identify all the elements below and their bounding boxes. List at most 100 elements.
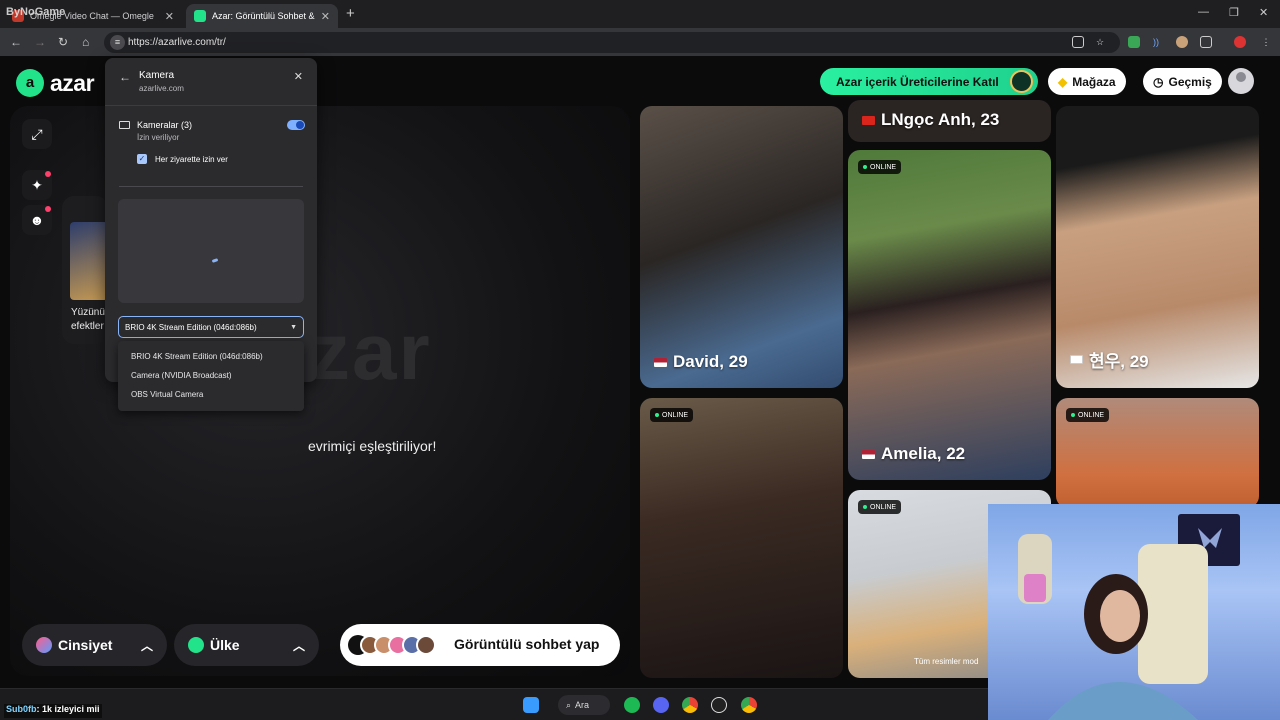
- site-settings-icon[interactable]: ≡: [110, 35, 125, 50]
- dropdown-arrow-icon: ▼: [290, 323, 297, 331]
- search-label: Ara: [575, 700, 590, 710]
- country-label: Ülke: [210, 637, 240, 653]
- chevron-up-icon: ︿: [140, 638, 153, 653]
- extension-cookie-icon[interactable]: [1176, 36, 1188, 48]
- camera-option[interactable]: OBS Virtual Camera: [131, 390, 203, 399]
- chrome-icon[interactable]: [682, 697, 698, 713]
- profile-card[interactable]: ONLINE: [1056, 398, 1259, 508]
- online-dot-icon: [863, 505, 867, 509]
- reload-icon[interactable]: ↻: [58, 35, 68, 49]
- camera-permission-toggle[interactable]: [287, 120, 305, 130]
- azar-logo[interactable]: a azar: [16, 69, 95, 97]
- profile-photo: [1056, 106, 1259, 388]
- online-text: ONLINE: [662, 411, 689, 419]
- online-dot-icon: [1071, 413, 1075, 417]
- sparkle-effects-icon[interactable]: ✦: [22, 170, 52, 200]
- promo-image: [70, 222, 108, 300]
- creator-join-button[interactable]: Azar içerik Üreticilerine Katıl: [820, 68, 1038, 95]
- minimize-icon[interactable]: —: [1198, 6, 1209, 18]
- cast-icon[interactable]: [1072, 36, 1084, 48]
- shop-label: Mağaza: [1072, 74, 1116, 89]
- extension-audio-icon[interactable]: )): [1150, 36, 1162, 48]
- extension-shield-icon[interactable]: [1128, 36, 1140, 48]
- notification-dot: [45, 171, 51, 177]
- maximize-icon[interactable]: ❐: [1229, 6, 1239, 19]
- cta-label: Görüntülü sohbet yap: [454, 636, 600, 652]
- window-close-icon[interactable]: ✕: [1259, 6, 1268, 19]
- online-dot-icon: [863, 165, 867, 169]
- expand-icon[interactable]: ⤢: [22, 119, 52, 149]
- history-button[interactable]: ◷ Geçmiş: [1143, 68, 1222, 95]
- chrome-profile-icon[interactable]: [741, 697, 757, 713]
- globe-icon: [188, 637, 204, 653]
- face-effects-promo[interactable]: Yüzünü efektler: [62, 196, 108, 344]
- profile-card[interactable]: David, 29: [640, 106, 843, 388]
- taskbar-search[interactable]: ⌕ Ara: [558, 695, 610, 715]
- matching-status-text: evrimiçi eşleştiriliyor!: [308, 438, 437, 454]
- profile-card[interactable]: ONLINE: [640, 398, 843, 678]
- back-icon[interactable]: ←: [10, 35, 22, 49]
- camera-preview: [118, 199, 304, 303]
- promo-label-line1: Yüzünü: [71, 307, 105, 318]
- gender-icon: [36, 637, 52, 653]
- country-filter-button[interactable]: Ülke ︿: [174, 624, 319, 666]
- online-text: ONLINE: [870, 503, 897, 511]
- gender-filter-button[interactable]: Cinsiyet ︿: [22, 624, 167, 666]
- back-arrow-icon[interactable]: ←: [119, 70, 131, 84]
- cameras-permission-title: Kameralar (3): [137, 120, 193, 130]
- gender-label: Cinsiyet: [58, 637, 113, 653]
- forward-icon[interactable]: →: [34, 35, 46, 49]
- profile-card[interactable]: 현우, 29: [1056, 106, 1259, 388]
- photo-disclaimer: Tüm resimler mod: [914, 657, 979, 666]
- allow-every-visit-label: Her ziyarette izin ver: [155, 155, 228, 164]
- camera-select[interactable]: BRIO 4K Stream Edition (046d:086b) ▼: [118, 316, 304, 338]
- popup-site: azarlive.com: [139, 84, 184, 93]
- loading-spinner-icon: [211, 258, 219, 263]
- video-stage: zar evrimiçi eşleştiriliyor!: [10, 106, 630, 676]
- camera-select-value: BRIO 4K Stream Edition (046d:086b): [125, 322, 257, 332]
- camera-options-list: BRIO 4K Stream Edition (046d:086b) Camer…: [118, 341, 304, 411]
- extensions-puzzle-icon[interactable]: [1200, 36, 1212, 48]
- camera-option[interactable]: Camera (NVIDIA Broadcast): [131, 371, 231, 380]
- profile-avatar-icon[interactable]: [1234, 36, 1246, 48]
- allow-every-visit-checkbox[interactable]: ✓: [137, 154, 147, 164]
- home-icon[interactable]: ⌂: [82, 35, 89, 49]
- us-flag-icon: [862, 449, 875, 459]
- address-bar[interactable]: ≡ https://azarlive.com/tr/: [104, 32, 1120, 53]
- chat-message: : 1k izleyici mii: [36, 704, 100, 714]
- browser-tabbar: Omegle Video Chat — Omegle ✕ ByNoGame Az…: [0, 0, 1280, 28]
- browser-toolbar: ← → ↻ ⌂ ≡ https://azarlive.com/tr/ ☆ )) …: [0, 28, 1280, 56]
- vn-flag-icon: [862, 115, 875, 125]
- tab-azar[interactable]: Azar: Görüntülü Sohbet & Yeni ✕: [186, 4, 338, 28]
- camera-option[interactable]: BRIO 4K Stream Edition (046d:086b): [131, 352, 263, 361]
- creator-join-label: Azar içerik Üreticilerine Katıl: [836, 74, 999, 89]
- start-video-chat-button[interactable]: Görüntülü sohbet yap: [340, 624, 620, 666]
- browser-menu-icon[interactable]: ⋮: [1260, 36, 1272, 48]
- shop-button[interactable]: ◆ Mağaza: [1048, 68, 1126, 95]
- camera-permission-popup: ← Kamera azarlive.com ✕ Kameralar (3) İz…: [105, 58, 317, 382]
- profile-card[interactable]: ONLINE Amelia, 22: [848, 150, 1051, 480]
- profile-name-text: Amelia, 22: [881, 444, 966, 463]
- azar-logo-icon: a: [16, 69, 44, 97]
- promo-label-line2: efektler: [71, 321, 104, 332]
- close-tab-icon[interactable]: ✕: [165, 10, 174, 23]
- clock-icon: ◷: [1153, 74, 1164, 89]
- bookmark-star-icon[interactable]: ☆: [1094, 36, 1106, 48]
- streamer-webcam: [988, 504, 1280, 720]
- avatar: [416, 635, 436, 655]
- windows-start-icon[interactable]: [523, 697, 539, 713]
- close-icon[interactable]: ✕: [294, 70, 303, 83]
- profile-card[interactable]: LNgọc Anh, 23: [848, 100, 1051, 142]
- profile-name-text: LNgọc Anh, 23: [881, 110, 1000, 129]
- search-icon: ⌕: [566, 699, 572, 710]
- obs-icon[interactable]: [711, 697, 727, 713]
- profile-name: David, 29: [654, 352, 748, 372]
- face-filter-icon[interactable]: ☻: [22, 205, 52, 235]
- discord-icon[interactable]: [653, 697, 669, 713]
- stream-chat-line: Sub0fb: 1k izleyici mii: [4, 704, 102, 718]
- close-tab-icon[interactable]: ✕: [321, 10, 330, 23]
- spotify-icon[interactable]: [624, 697, 640, 713]
- user-avatar[interactable]: [1228, 68, 1254, 94]
- new-tab-icon[interactable]: +: [346, 5, 355, 22]
- promo-label: Yüzünü efektler: [71, 306, 105, 334]
